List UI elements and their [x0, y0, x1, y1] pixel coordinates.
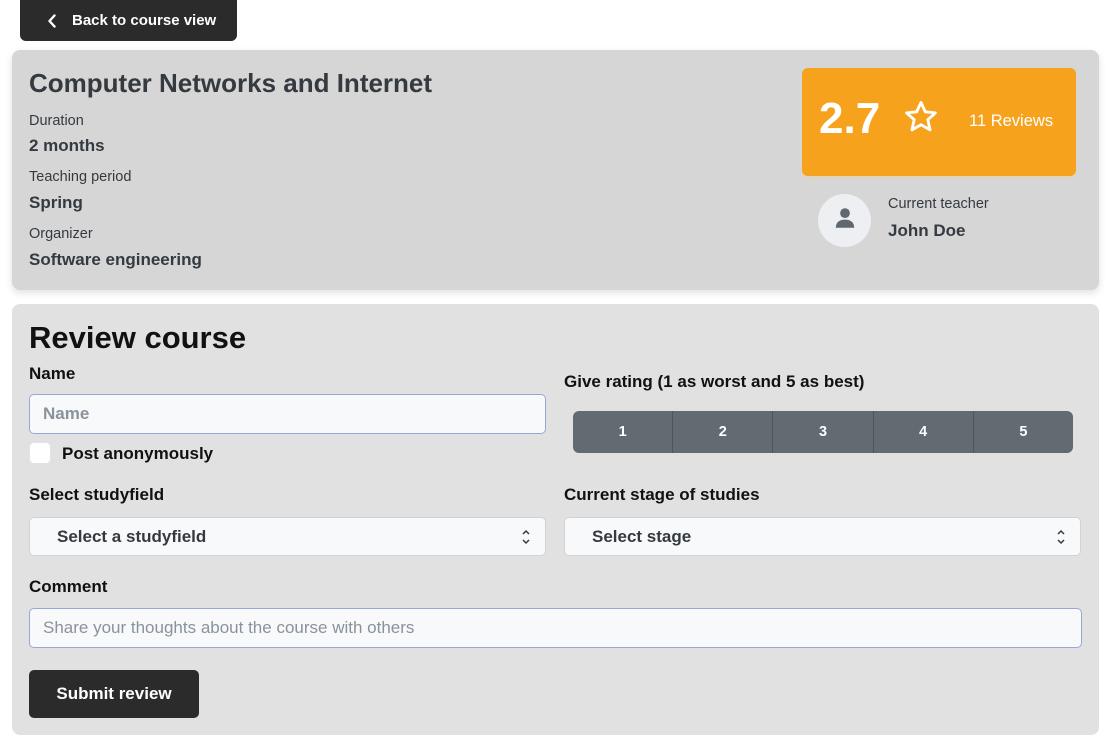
- organizer-value: Software engineering: [29, 250, 202, 269]
- studyfield-select-value: Select a studyfield: [57, 526, 207, 546]
- star-outline-icon: [902, 98, 940, 136]
- comment-placeholder: Share your thoughts about the course wit…: [43, 618, 415, 637]
- chevron-left-icon: [44, 13, 60, 29]
- rating-summary: 2.7 11 Reviews: [802, 68, 1076, 176]
- back-button-label: Back to course view: [72, 12, 217, 29]
- rating-button-1[interactable]: 1: [573, 411, 674, 453]
- chevron-up-down-icon: [521, 528, 531, 546]
- comment-input[interactable]: Share your thoughts about the course wit…: [29, 608, 1082, 648]
- duration-value: 2 months: [29, 136, 105, 155]
- chevron-up-down-icon: [1056, 528, 1066, 546]
- submit-review-button[interactable]: Submit review: [29, 670, 199, 718]
- teacher-avatar: [818, 194, 871, 247]
- name-label: Name: [29, 364, 76, 383]
- rating-button-3[interactable]: 3: [773, 411, 874, 453]
- studyfield-label: Select studyfield: [29, 485, 165, 504]
- rating-label: Give rating (1 as worst and 5 as best): [564, 372, 865, 391]
- back-to-course-button[interactable]: Back to course view: [20, 0, 237, 41]
- teaching-period-label: Teaching period: [29, 169, 132, 185]
- stage-select[interactable]: Select stage: [564, 517, 1081, 556]
- organizer-label: Organizer: [29, 226, 93, 242]
- rating-button-group: 1 2 3 4 5: [573, 411, 1073, 453]
- review-form-card: Review course Name Post anonymously Give…: [12, 304, 1099, 735]
- user-icon: [832, 205, 858, 236]
- duration-label: Duration: [29, 113, 84, 129]
- rating-score: 2.7: [819, 94, 881, 143]
- review-count: 11 Reviews: [969, 112, 1054, 130]
- current-teacher-name: John Doe: [888, 221, 966, 240]
- stage-label: Current stage of studies: [564, 485, 760, 504]
- post-anonymously-label: Post anonymously: [62, 444, 214, 463]
- course-info-card: Computer Networks and Internet Duration …: [12, 50, 1099, 290]
- name-input[interactable]: [29, 394, 546, 434]
- studyfield-select[interactable]: Select a studyfield: [29, 517, 546, 556]
- teaching-period-value: Spring: [29, 193, 83, 212]
- post-anonymously-checkbox[interactable]: [29, 442, 51, 464]
- rating-button-5[interactable]: 5: [974, 411, 1073, 453]
- stage-select-value: Select stage: [592, 526, 692, 546]
- comment-label: Comment: [29, 577, 108, 596]
- course-title: Computer Networks and Internet: [29, 68, 433, 98]
- current-teacher-label: Current teacher: [888, 196, 989, 212]
- rating-button-4[interactable]: 4: [874, 411, 974, 453]
- review-form-title: Review course: [29, 320, 247, 355]
- rating-button-2[interactable]: 2: [673, 411, 774, 453]
